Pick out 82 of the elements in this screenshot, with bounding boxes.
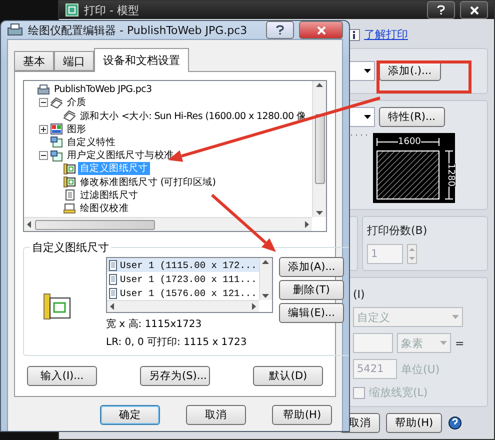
printable-info: LR: 0, 0 可打印: 1115 x 1723 — [106, 336, 248, 349]
paper-size-icon — [63, 176, 76, 188]
help-link[interactable]: 了解打印 — [364, 27, 408, 42]
tab[interactable]: 设备和文档设置 — [94, 48, 189, 72]
group-title: 自定义图纸尺寸 — [31, 240, 110, 255]
vertical-scrollbar[interactable] — [258, 258, 272, 300]
calibration-icon — [63, 202, 76, 214]
help-button[interactable] — [266, 21, 294, 39]
dialog-button[interactable]: 取消 — [186, 405, 246, 425]
list-action-button[interactable]: 编辑(E)... — [278, 303, 344, 323]
tree-item[interactable]: 绘图仪校准 — [78, 202, 131, 215]
file-button[interactable]: 默认(D) — [253, 366, 323, 386]
close-button[interactable] — [460, 1, 488, 19]
height-dimension: 1280 — [445, 164, 456, 186]
scroll-down-icon[interactable] — [316, 211, 323, 215]
list-item[interactable]: User 1 (1723.00 x 111... — [107, 272, 259, 286]
scroll-right-icon[interactable] — [252, 303, 256, 310]
help-button[interactable] — [427, 1, 455, 19]
checkbox-label: 缩放线宽(L) — [369, 385, 428, 400]
file-button[interactable]: 输入(I)... — [27, 366, 97, 386]
list-item[interactable]: User 1 (1115.00 x 172... — [107, 258, 259, 272]
window-title: 绘图仪配置编辑器 - PublishToWeb JPG.pc3 — [28, 22, 248, 38]
paper-stack-icon — [50, 96, 63, 109]
graphics-icon — [50, 123, 63, 136]
list-item[interactable]: User 1 (1576.00 x 121... — [107, 286, 259, 300]
horizontal-scrollbar[interactable] — [24, 217, 312, 231]
app-icon — [65, 3, 79, 17]
collapse-icon[interactable] — [39, 151, 48, 160]
scroll-up-icon[interactable] — [316, 83, 323, 87]
units-label: 单位(U) — [401, 362, 440, 376]
list-action-button[interactable]: 删除(T) — [278, 280, 344, 300]
question-icon — [437, 5, 445, 15]
document-icon — [109, 274, 117, 284]
document-icon — [63, 189, 76, 202]
copies-label: 打印份数(B) — [367, 223, 428, 238]
size-info: 宽 x 高: 1115x1723 — [106, 318, 203, 331]
paper-stack-icon — [63, 110, 76, 122]
scroll-left-icon[interactable] — [110, 303, 114, 310]
tree-item[interactable]: 图形 — [65, 122, 88, 136]
tree-item[interactable]: 自定义特性 — [65, 136, 118, 149]
vertical-scrollbar[interactable] — [312, 81, 326, 217]
tab[interactable]: 端口 — [54, 51, 94, 71]
close-icon — [316, 26, 326, 34]
collapse-icon[interactable] — [39, 98, 48, 108]
help-icon[interactable] — [448, 416, 462, 430]
dropdown-arrow-icon — [452, 315, 459, 319]
dropdown-arrow-icon — [364, 69, 371, 73]
document-icon — [109, 288, 117, 298]
file-button[interactable]: 另存为(S)... — [140, 366, 210, 386]
scroll-left-icon[interactable] — [27, 221, 31, 228]
dropdown-arrow-icon — [440, 341, 447, 345]
tab[interactable]: 基本 — [14, 51, 54, 71]
tree-item[interactable]: 源和大小 <大小: Sun Hi-Res (1600.00 x 1280.00 像 — [78, 110, 308, 122]
tree-item[interactable]: 修改标准图纸尺寸 (可打印区域) — [78, 176, 218, 189]
tree-item[interactable]: PublishToWeb JPG.pc3 — [52, 84, 154, 96]
scroll-right-icon[interactable] — [305, 221, 309, 228]
question-icon — [276, 25, 284, 35]
scroll-up-icon[interactable] — [262, 260, 270, 264]
properties-icon — [50, 136, 63, 148]
dialog-button[interactable]: 帮助(H) — [386, 413, 442, 433]
properties-icon — [50, 150, 63, 162]
scroll-down-icon[interactable] — [262, 294, 270, 298]
tree-item[interactable]: 介质 — [65, 96, 88, 110]
dropdown-arrow-icon — [364, 115, 371, 119]
document-icon — [109, 260, 117, 270]
paper-size-icon — [63, 162, 76, 175]
scale-label: (I) — [353, 288, 366, 301]
horizontal-scrollbar[interactable] — [107, 300, 259, 312]
annotation-arrow — [211, 194, 276, 252]
plotter-icon — [37, 84, 50, 96]
expand-icon[interactable] — [39, 124, 48, 134]
list-action-button[interactable]: 添加(A)... — [278, 257, 344, 277]
equals-sign: = — [455, 336, 464, 350]
width-dimension: 1600 — [398, 137, 421, 147]
properties-button[interactable]: 特性(R)... — [379, 107, 445, 127]
dialog-button[interactable]: 确定 — [100, 405, 160, 425]
paper-size-icon — [42, 291, 72, 321]
close-icon — [470, 6, 478, 14]
dialog-button[interactable]: 帮助(H) — [272, 405, 332, 425]
tree-item[interactable]: 过滤图纸尺寸 — [78, 188, 140, 202]
plotter-icon — [7, 23, 23, 37]
window-title: 打印 - 模型 — [84, 2, 140, 18]
